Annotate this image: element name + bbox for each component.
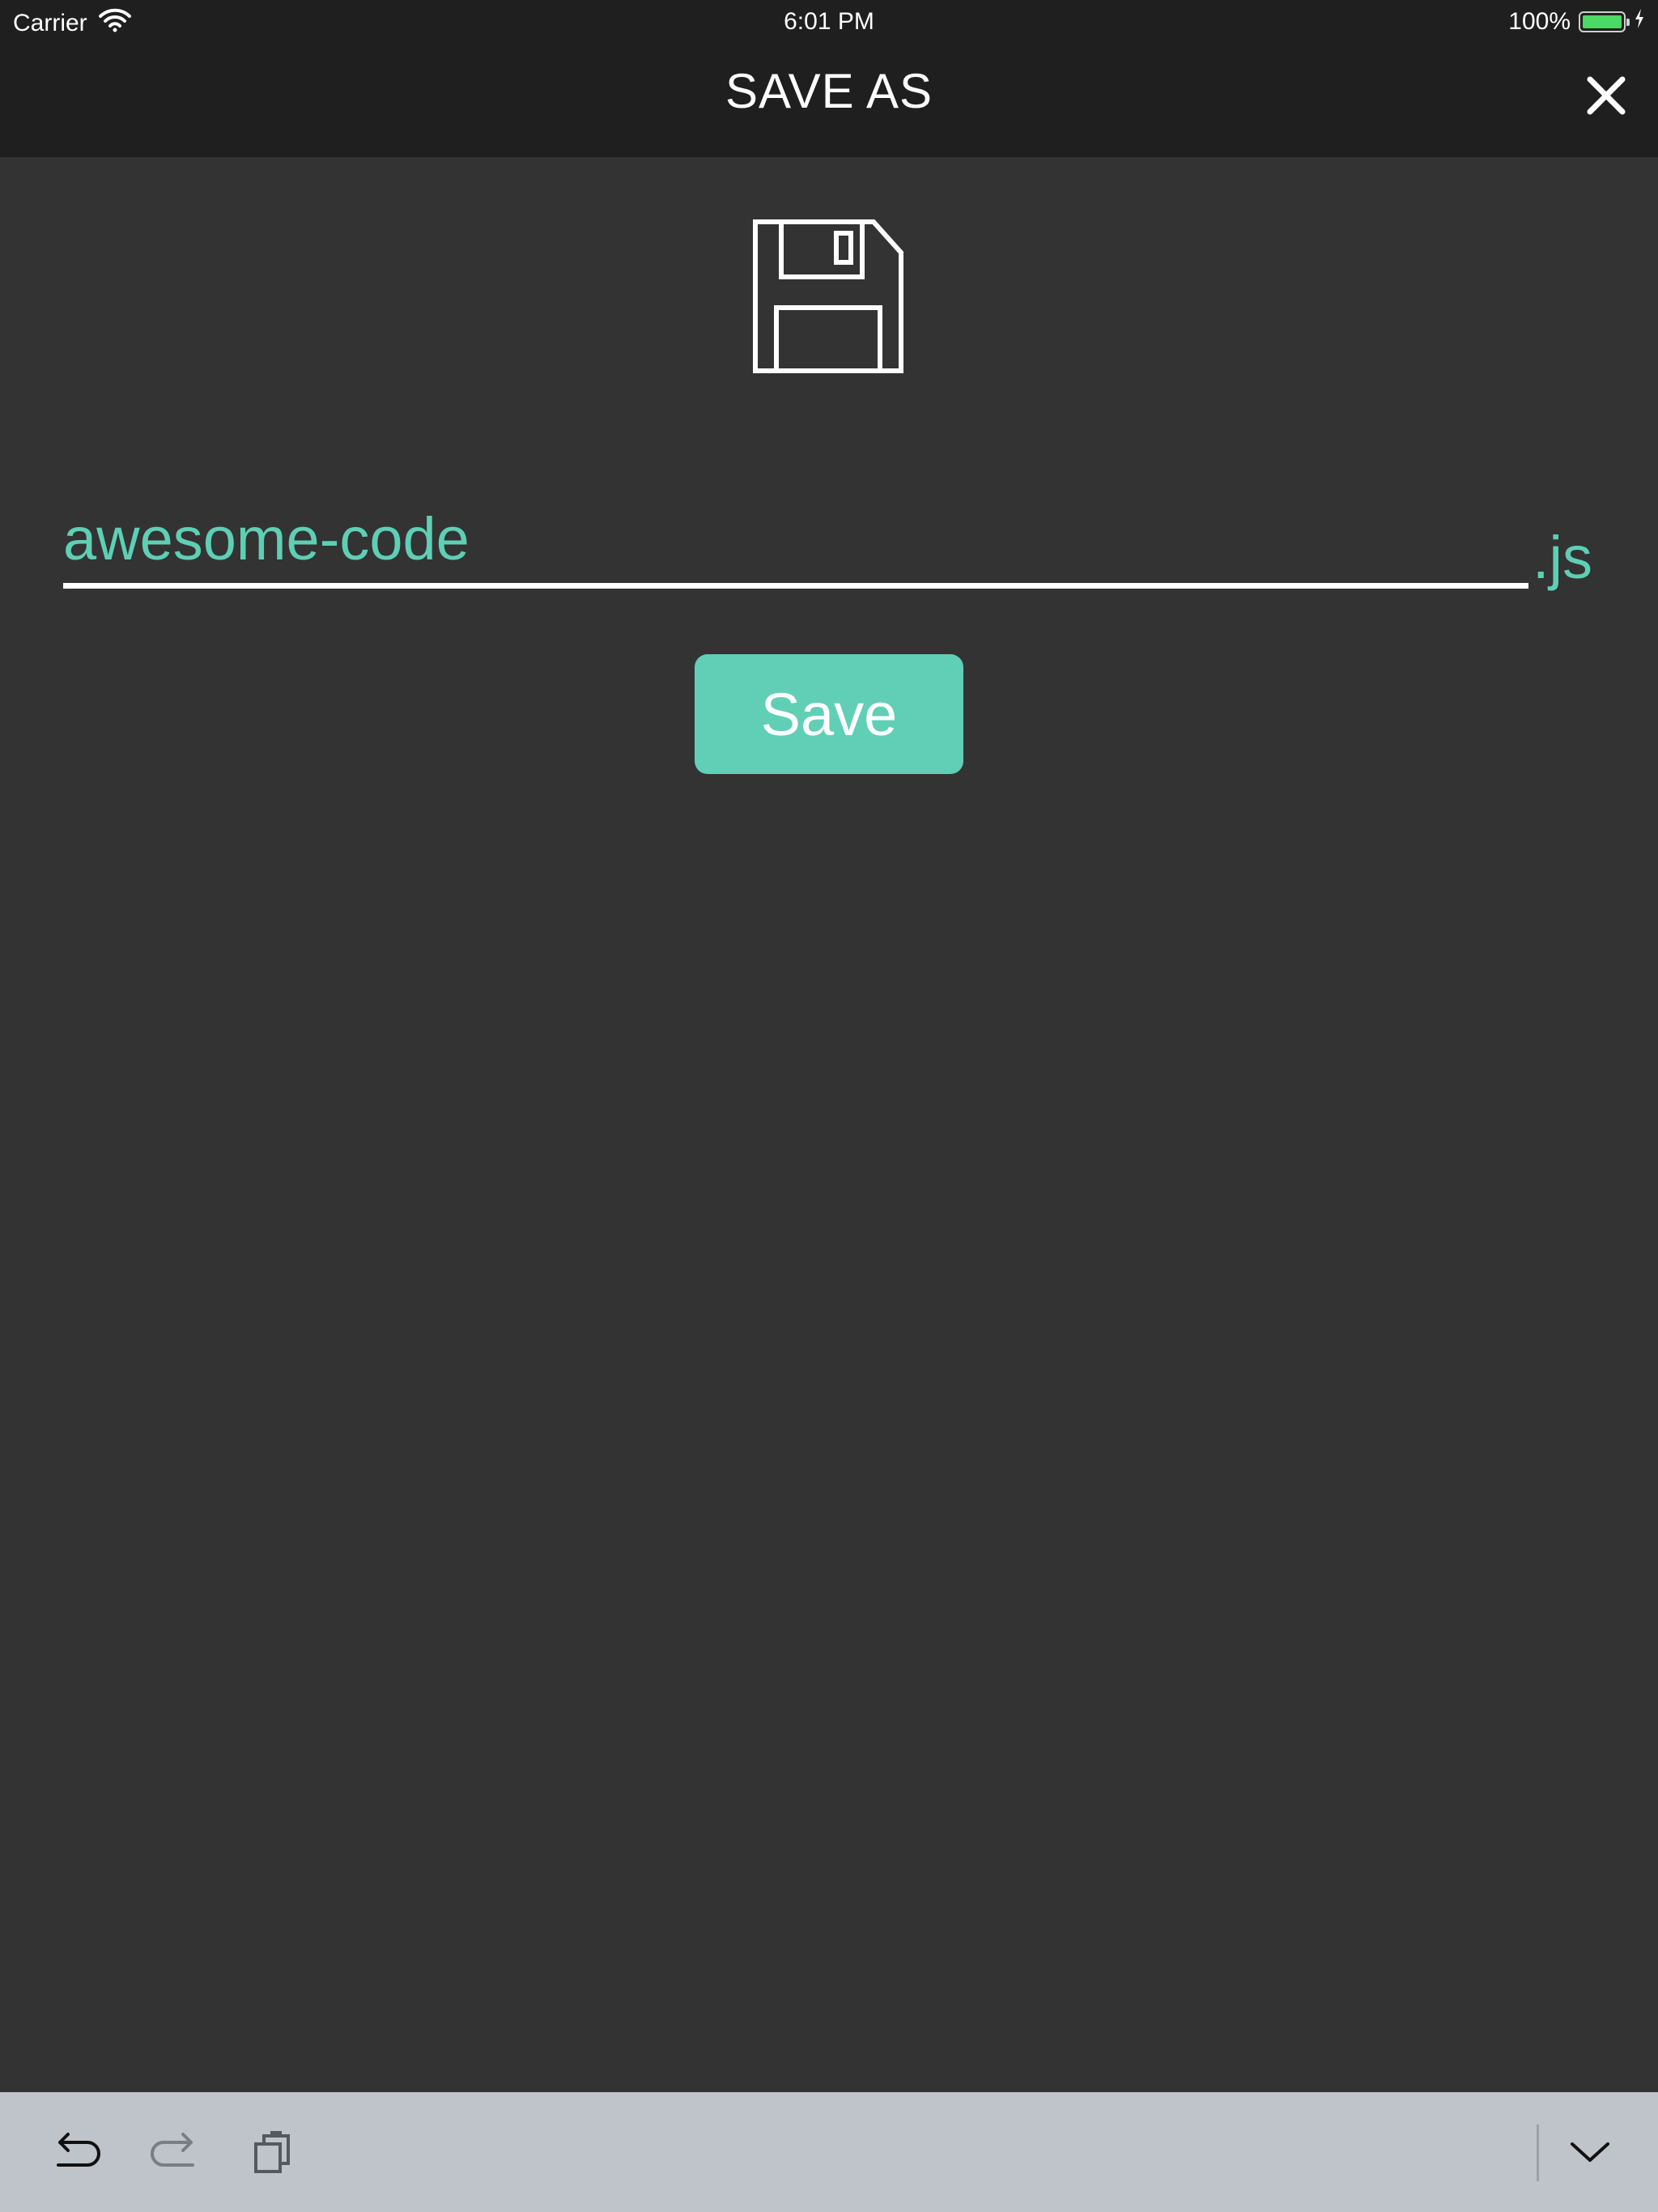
- accessory-divider: [1537, 2125, 1539, 2181]
- status-right: 100%: [1508, 8, 1645, 36]
- dismiss-keyboard-button[interactable]: [1564, 2126, 1616, 2178]
- save-as-screen: Carrier 6:01 PM 100% SAVE AS awesome-cod…: [0, 0, 1658, 2212]
- filename-input[interactable]: [63, 494, 1528, 589]
- charging-icon: [1634, 8, 1645, 36]
- paste-icon: [254, 2131, 290, 2173]
- save-button[interactable]: Save: [695, 654, 963, 774]
- redo-button[interactable]: [149, 2126, 201, 2178]
- page-title: SAVE AS: [725, 64, 933, 118]
- undo-button[interactable]: [50, 2126, 102, 2178]
- battery-percent: 100%: [1508, 8, 1571, 35]
- battery-nub: [1626, 19, 1630, 26]
- file-extension: .js: [1533, 524, 1592, 591]
- filename-row: .js: [63, 494, 1601, 591]
- battery-icon: [1579, 11, 1630, 32]
- close-button[interactable]: [1582, 71, 1630, 120]
- battery-fill: [1583, 15, 1622, 28]
- status-time: 6:01 PM: [784, 8, 874, 35]
- status-bar: Carrier 6:01 PM 100%: [0, 0, 1658, 45]
- keyboard-accessory-bar: [0, 2092, 1658, 2212]
- chevron-down-icon: [1571, 2142, 1609, 2162]
- paste-button[interactable]: [248, 2126, 300, 2178]
- floppy-disk-icon: [753, 219, 903, 373]
- close-icon: [1587, 76, 1626, 115]
- nav-bar: SAVE AS: [0, 45, 1658, 157]
- undo-icon: [57, 2133, 100, 2167]
- redo-icon: [151, 2133, 194, 2167]
